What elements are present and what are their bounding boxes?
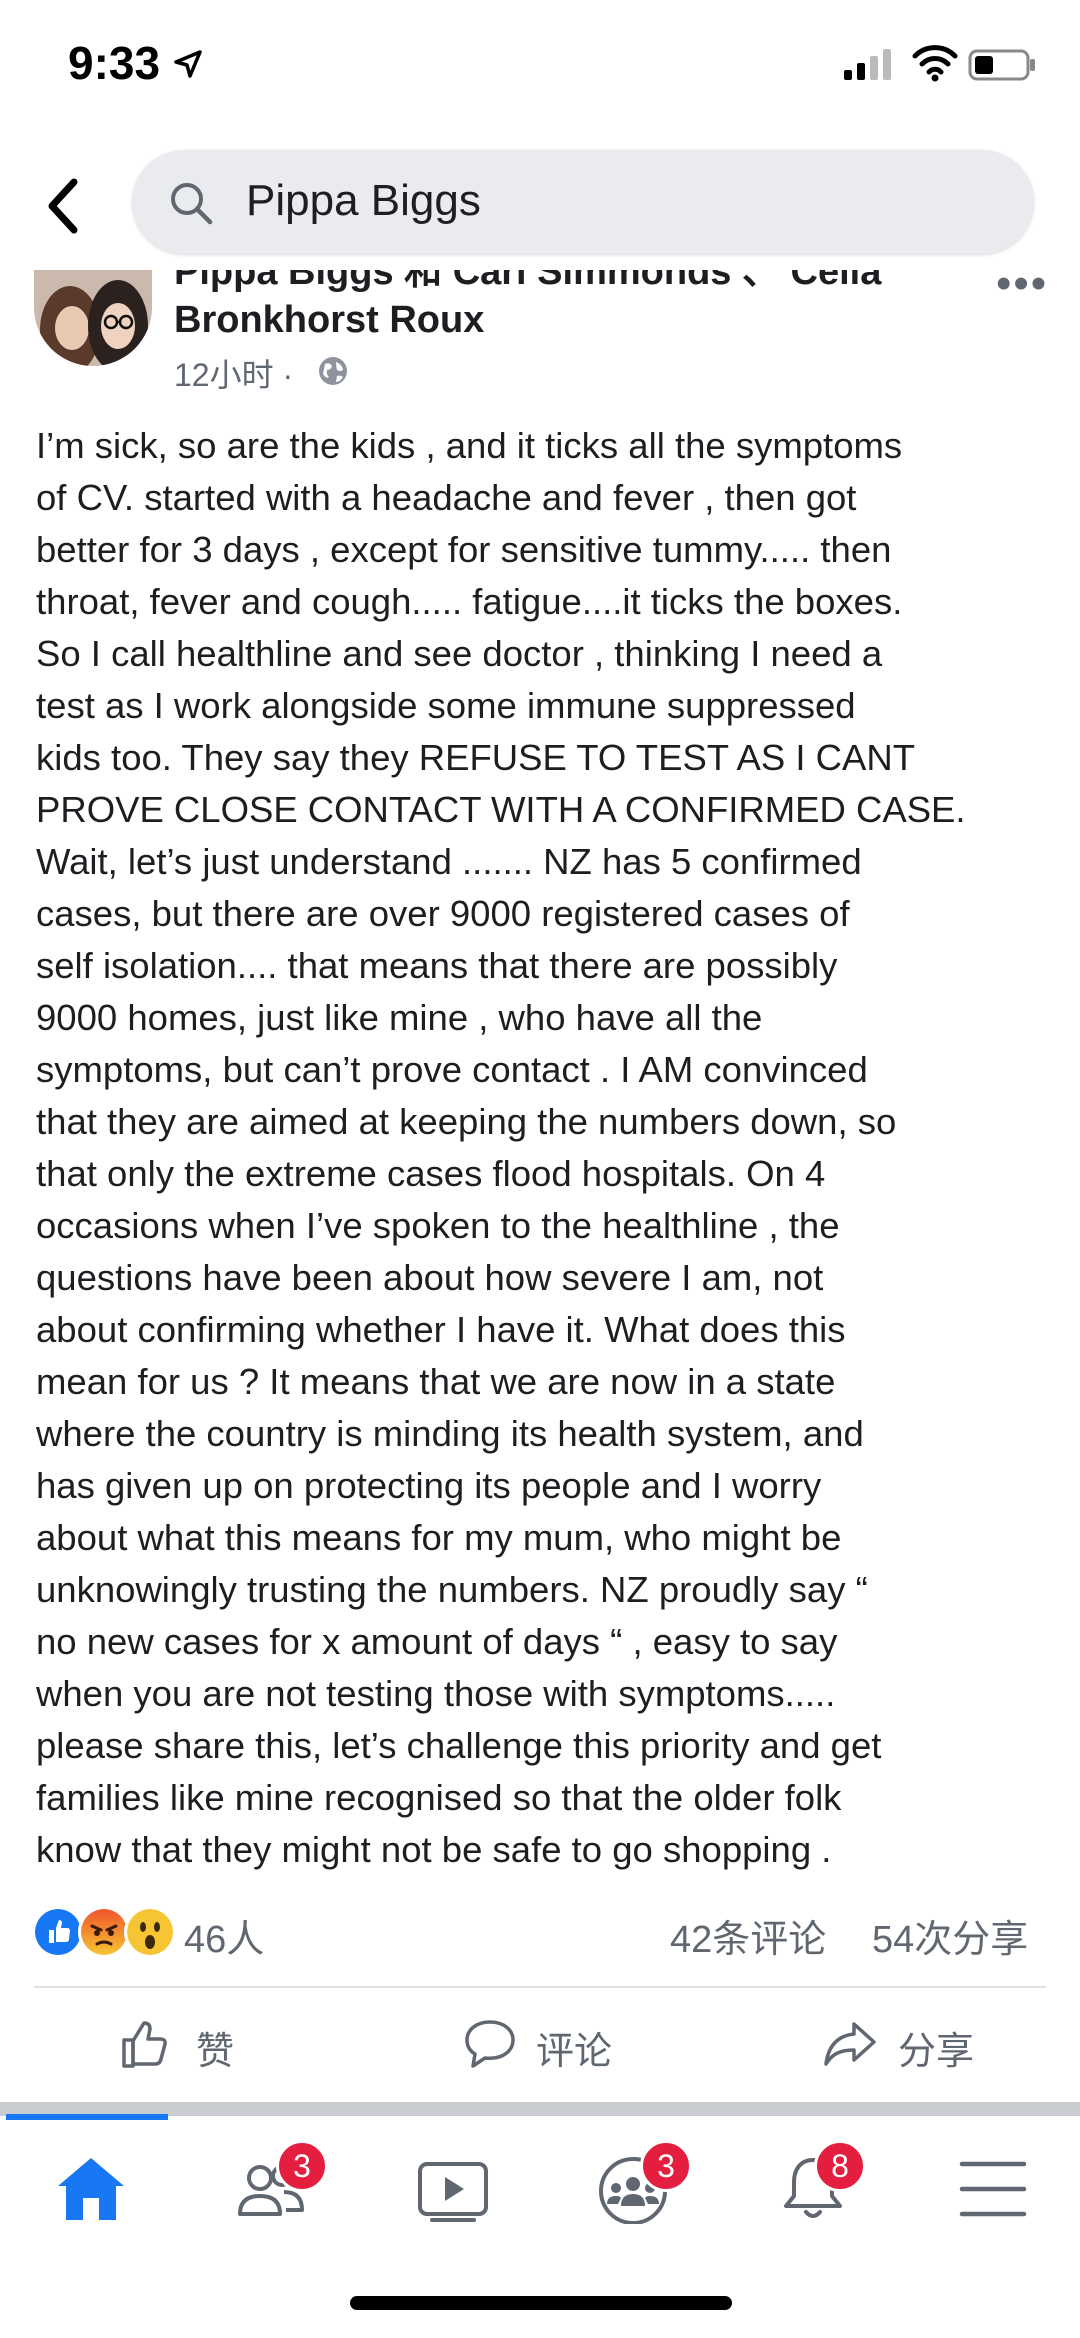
search-header: Pippa Biggs (0, 140, 1080, 270)
hamburger-menu-icon (959, 2161, 1027, 2217)
search-icon (171, 183, 213, 225)
battery-icon (968, 49, 1035, 81)
like-label: 赞 (196, 2031, 235, 2073)
share-count[interactable]: 54次分享 (872, 1908, 1028, 1963)
tab-home[interactable] (34, 2134, 144, 2244)
authors-line: Pippa Biggs 和 Carl Simmonds 、 Celia Bron… (174, 270, 882, 341)
comment-button[interactable]: 评论 (462, 2010, 632, 2080)
status-bar: 9:33 (0, 0, 1080, 140)
post-text: I’m sick, so are the kids , and it ticks… (36, 425, 966, 1870)
thumbs-up-icon (122, 2021, 167, 2068)
angry-reaction-icon (78, 1906, 130, 1958)
tab-menu[interactable] (936, 2134, 1046, 2244)
bottom-tab-bar: 3 3 8 (0, 2120, 1080, 2260)
post-authors[interactable]: Pippa Biggs 和 Carl Simmonds 、 Celia Bron… (174, 270, 954, 346)
tab-watch[interactable] (396, 2134, 506, 2244)
share-button[interactable]: 分享 (822, 2010, 982, 2080)
divider (34, 1986, 1046, 1988)
notifications-badge: 8 (814, 2140, 866, 2192)
friends-badge: 3 (276, 2140, 328, 2192)
tab-groups[interactable]: 3 (576, 2134, 692, 2244)
avatar[interactable] (34, 270, 152, 366)
more-options-icon[interactable]: ••• (996, 262, 1048, 306)
search-query: Pippa Biggs (246, 176, 481, 225)
home-icon (58, 2158, 124, 2220)
tab-notifications[interactable]: 8 (756, 2134, 866, 2244)
status-time: 9:33 (68, 37, 161, 89)
location-arrow-icon (174, 50, 202, 78)
cellular-signal-icon (844, 49, 891, 80)
wow-reaction-icon (124, 1906, 176, 1958)
post-timestamp: 12小时 · (174, 357, 294, 393)
like-button[interactable]: 赞 (118, 2010, 248, 2080)
groups-badge: 3 (640, 2140, 692, 2192)
reaction-count: 46人 (184, 1919, 265, 1961)
back-arrow-icon[interactable] (40, 176, 90, 236)
globe-icon (319, 357, 347, 385)
home-indicator[interactable] (350, 2296, 732, 2310)
comment-icon (465, 2020, 515, 2068)
tab-friends[interactable]: 3 (214, 2134, 328, 2244)
share-arrow-icon (824, 2022, 876, 2066)
reactions-summary[interactable]: 46人 42条评论 54次分享 (0, 1900, 1080, 1970)
like-reaction-icon (32, 1906, 84, 1958)
comment-label: 评论 (536, 2031, 613, 2073)
search-input[interactable]: Pippa Biggs (132, 150, 1034, 254)
wifi-icon (912, 45, 958, 82)
post-header: Pippa Biggs 和 Carl Simmonds 、 Celia Bron… (0, 262, 1080, 410)
share-label: 分享 (898, 2031, 975, 2073)
comment-count[interactable]: 42条评论 (670, 1908, 826, 1963)
video-icon (418, 2162, 488, 2222)
post-actions: 赞 评论 分享 (0, 2010, 1080, 2090)
avatar-photo (34, 270, 152, 366)
